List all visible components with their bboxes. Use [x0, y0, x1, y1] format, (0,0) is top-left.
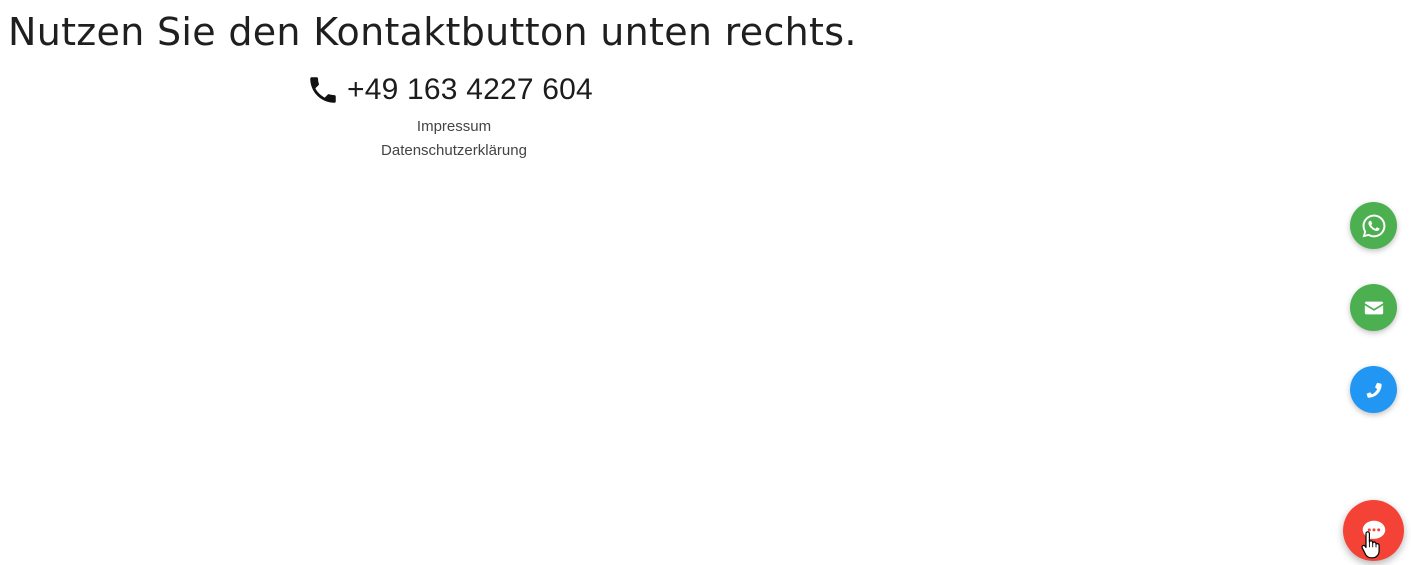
footer-links: Impressum Datenschutzerklärung — [354, 115, 554, 163]
impressum-link[interactable]: Impressum — [354, 115, 554, 139]
privacy-policy-link[interactable]: Datenschutzerklärung — [354, 139, 554, 163]
whatsapp-icon — [1360, 212, 1388, 240]
whatsapp-button[interactable] — [1350, 202, 1397, 249]
phone-icon — [1363, 379, 1385, 401]
phone-call-button[interactable] — [1350, 366, 1397, 413]
email-button[interactable] — [1350, 284, 1397, 331]
chat-toggle-button[interactable] — [1343, 500, 1404, 561]
phone-icon — [306, 73, 340, 107]
phone-number-link[interactable]: +49 163 4227 604 — [347, 73, 593, 107]
envelope-icon — [1363, 297, 1385, 319]
phone-contact: +49 163 4227 604 — [306, 70, 593, 110]
page-title: Nutzen Sie den Kontaktbutton unten recht… — [8, 10, 857, 54]
chat-bubble-icon — [1359, 516, 1389, 546]
